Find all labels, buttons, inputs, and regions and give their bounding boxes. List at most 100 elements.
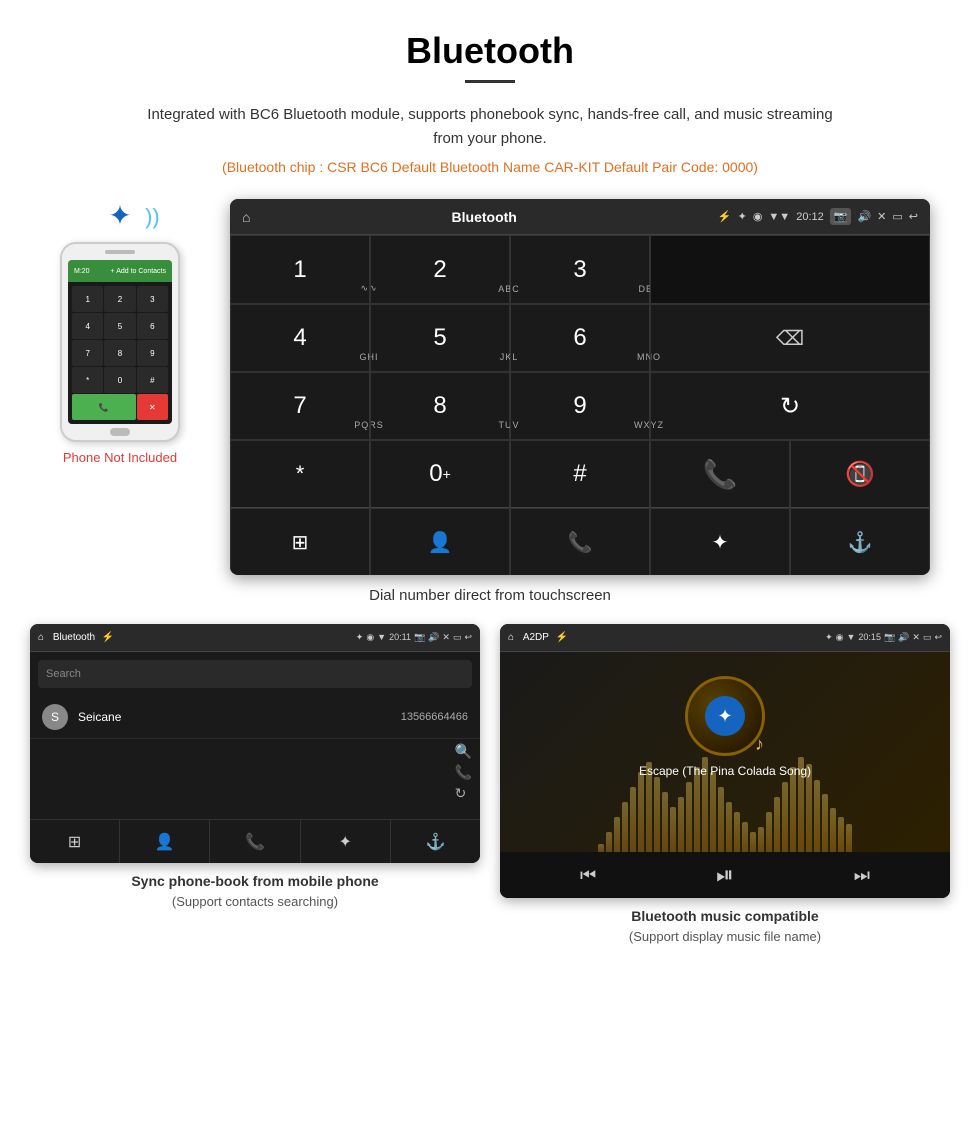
phone-key-5[interactable]: 5 (104, 313, 135, 339)
pb-vol-icon[interactable]: 🔊 (428, 632, 439, 643)
main-content-row: ✦ )) M:20 + Add to Contacts 1 2 3 4 5 6 … (0, 199, 980, 575)
pb-bt-icon: ✦ (356, 632, 364, 643)
music-art-area: ✦ ♪ Escape (The Pina Colada Song) (500, 652, 950, 852)
dial-key-3[interactable]: 3 DEF (510, 235, 650, 305)
music-vol-icon[interactable]: 🔊 (898, 632, 909, 643)
pb-back-icon[interactable]: ↩ (464, 632, 472, 643)
usb-icon: ⚡ (718, 210, 732, 223)
dial-phone-btn[interactable]: 📞 (510, 507, 650, 575)
dial-topbar-right: ⚡ ✦ ◉ ▼▼ 20:12 📷 🔊 ✕ ▭ ↩ (718, 208, 918, 225)
album-bt-icon: ✦ (705, 696, 745, 736)
phone-key-2[interactable]: 2 (104, 286, 135, 312)
phonebook-search[interactable]: Search (38, 660, 472, 688)
music-close-icon[interactable]: ✕ (912, 632, 920, 643)
music-bt-icon: ✦ (825, 632, 833, 643)
title-divider (465, 80, 515, 83)
dial-bt-btn[interactable]: ✦ (650, 507, 790, 575)
phone-key-9[interactable]: 9 (137, 340, 168, 366)
dial-key-2[interactable]: 2 ABC (370, 235, 510, 305)
time-display: 20:12 (796, 211, 824, 223)
search-placeholder: Search (46, 668, 81, 680)
music-note-icon: ♪ (755, 734, 764, 755)
phone-speaker (105, 250, 135, 254)
pb-reload-icon[interactable]: ↻ (455, 785, 472, 802)
phone-key-8[interactable]: 8 (104, 340, 135, 366)
pb-search-icon[interactable]: 🔍 (455, 743, 472, 760)
music-time: 20:15 (858, 632, 881, 643)
phone-key-hash[interactable]: # (137, 367, 168, 393)
dial-contact-btn[interactable]: 👤 (370, 507, 510, 575)
pb-bt-btn[interactable]: ✦ (301, 820, 391, 863)
phone-screen-header: M:20 + Add to Contacts (68, 260, 172, 282)
phone-header-label: M:20 (74, 268, 90, 275)
phone-key-star[interactable]: * (72, 367, 103, 393)
music-play-btn[interactable]: ⏯ (716, 862, 734, 888)
phone-key-7[interactable]: 7 (72, 340, 103, 366)
phone-call-btn[interactable]: 📞 (72, 394, 136, 420)
dial-link-btn[interactable]: ⚓ (790, 507, 930, 575)
dial-key-4[interactable]: 4 GHI (230, 303, 370, 373)
pb-screen-icon[interactable]: ▭ (453, 632, 462, 643)
pb-home-icon[interactable]: ⌂ (38, 632, 44, 643)
back-icon[interactable]: ↩ (909, 210, 918, 223)
music-controls: ⏮ ⏯ ⏭ (500, 852, 950, 898)
screen-icon[interactable]: ▭ (892, 210, 902, 223)
phonebook-topbar-left: ⌂ Bluetooth ⚡ (38, 632, 114, 643)
home-icon[interactable]: ⌂ (242, 209, 250, 225)
dial-key-7[interactable]: 7 PQRS (230, 371, 370, 441)
dial-key-5[interactable]: 5 JKL (370, 303, 510, 373)
page-description: Integrated with BC6 Bluetooth module, su… (140, 103, 840, 151)
phonebook-screen: ⌂ Bluetooth ⚡ ✦ ◉ ▼ 20:11 📷 🔊 ✕ ▭ ↩ Sea (30, 624, 480, 863)
dial-key-8[interactable]: 8 TUV (370, 371, 510, 441)
dial-backspace[interactable]: ⌫ (650, 303, 930, 373)
music-screen-icon[interactable]: ▭ (923, 632, 932, 643)
phone-key-0[interactable]: 0 (104, 367, 135, 393)
dial-end-btn[interactable]: 📵 (790, 439, 930, 509)
dial-key-6[interactable]: 6 MNO (510, 303, 650, 373)
dial-keypad-grid: 1 ∿∿ 2 ABC 3 DEF 4 GHI 5 JKL 6 MNO ⌫ 7 P… (230, 235, 930, 575)
music-song-title: Escape (The Pina Colada Song) (639, 764, 811, 778)
phonebook-topbar: ⌂ Bluetooth ⚡ ✦ ◉ ▼ 20:11 📷 🔊 ✕ ▭ ↩ (30, 624, 480, 652)
phonebook-contact-row[interactable]: S Seicane 13566664466 (30, 696, 480, 739)
camera-icon[interactable]: 📷 (830, 208, 852, 225)
dial-grid-btn[interactable]: ⊞ (230, 507, 370, 575)
phonebook-caption: Sync phone-book from mobile phone (Suppo… (131, 871, 378, 912)
music-home-icon[interactable]: ⌂ (508, 632, 514, 643)
phonebook-section: ⌂ Bluetooth ⚡ ✦ ◉ ▼ 20:11 📷 🔊 ✕ ▭ ↩ Sea (30, 624, 480, 947)
music-topbar: ⌂ A2DP ⚡ ✦ ◉ ▼ 20:15 📷 🔊 ✕ ▭ ↩ (500, 624, 950, 652)
close-icon[interactable]: ✕ (877, 210, 886, 223)
volume-icon[interactable]: 🔊 (857, 210, 871, 223)
dial-key-0[interactable]: 0+ (370, 439, 510, 509)
page-title: Bluetooth (0, 0, 980, 80)
phone-key-4[interactable]: 4 (72, 313, 103, 339)
dial-key-hash[interactable]: # (510, 439, 650, 509)
pb-camera-icon[interactable]: 📷 (414, 632, 425, 643)
dial-call-btn[interactable]: 📞 (650, 439, 790, 509)
dial-key-9[interactable]: 9 WXYZ (510, 371, 650, 441)
pb-grid-btn[interactable]: ⊞ (30, 820, 120, 863)
phone-end-btn[interactable]: ✕ (137, 394, 168, 420)
music-back-icon[interactable]: ↩ (934, 632, 942, 643)
pb-close-icon[interactable]: ✕ (442, 632, 450, 643)
music-title: A2DP (523, 632, 549, 643)
dial-key-star[interactable]: * (230, 439, 370, 509)
phone-home-button[interactable] (110, 428, 130, 436)
music-next-btn[interactable]: ⏭ (854, 865, 870, 886)
pb-call-icon[interactable]: 📞 (455, 764, 472, 781)
phone-key-6[interactable]: 6 (137, 313, 168, 339)
dial-topbar-left: ⌂ (242, 209, 250, 225)
music-camera-icon[interactable]: 📷 (884, 632, 895, 643)
gps-icon: ◉ (753, 210, 763, 223)
phone-dialer: 1 2 3 4 5 6 7 8 9 * 0 # 📞 ✕ (68, 282, 172, 424)
lower-screens-row: ⌂ Bluetooth ⚡ ✦ ◉ ▼ 20:11 📷 🔊 ✕ ▭ ↩ Sea (0, 624, 980, 947)
music-prev-btn[interactable]: ⏮ (580, 865, 596, 886)
music-signal-icon: ▼ (847, 632, 856, 643)
phone-screen: M:20 + Add to Contacts 1 2 3 4 5 6 7 8 9… (68, 260, 172, 424)
pb-link-btn[interactable]: ⚓ (391, 820, 480, 863)
dial-key-1[interactable]: 1 ∿∿ (230, 235, 370, 305)
dial-refresh[interactable]: ↻ (650, 371, 930, 441)
phone-key-1[interactable]: 1 (72, 286, 103, 312)
pb-contact-btn[interactable]: 👤 (120, 820, 210, 863)
pb-phone-btn[interactable]: 📞 (210, 820, 300, 863)
phone-key-3[interactable]: 3 (137, 286, 168, 312)
